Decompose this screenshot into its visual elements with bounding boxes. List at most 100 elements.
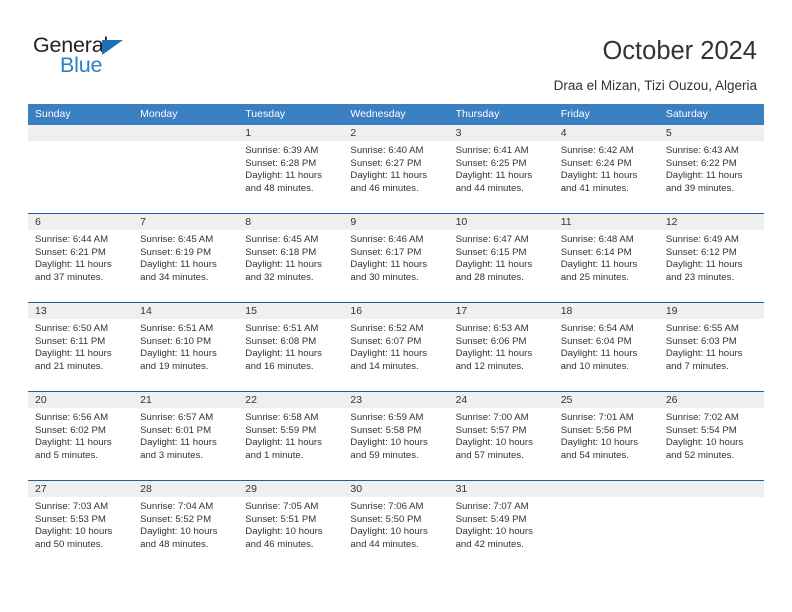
day-details [554, 497, 659, 501]
day-details: Sunrise: 7:02 AM Sunset: 5:54 PM Daylight:… [659, 408, 764, 462]
day-details: Sunrise: 6:41 AM Sunset: 6:25 PM Daylight:… [449, 141, 554, 195]
day-details: Sunrise: 6:48 AM Sunset: 6:14 PM Daylight:… [554, 230, 659, 284]
calendar-day-cell[interactable]: 5 Sunrise: 6:43 AM Sunset: 6:22 PM Daylight… [658, 125, 764, 213]
day-number: 22 [238, 392, 344, 408]
day-number: 5 [658, 125, 764, 141]
sunset-text: Sunset: 6:14 PM [560, 246, 632, 258]
calendar-day-cell[interactable]: 25 Sunrise: 7:01 AM Sunset: 5:56 PM Dayligh… [553, 392, 659, 480]
weekday-header-wednesday: Wednesday [350, 108, 406, 120]
calendar-day-cell[interactable]: 15 Sunrise: 6:51 AM Sunset: 6:08 PM Dayligh… [238, 303, 344, 391]
calendar-day-cell[interactable]: 10 Sunrise: 6:47 AM Sunset: 6:15 PM Dayligh… [448, 214, 554, 302]
day-details: Sunrise: 7:05 AM Sunset: 5:51 PM Daylight:… [238, 497, 343, 551]
day-number: 6 [28, 214, 134, 230]
daylight-text-line2: and 19 minutes. [140, 360, 209, 372]
calendar-day-cell[interactable]: 1 Sunrise: 6:39 AM Sunset: 6:28 PM Daylight… [238, 125, 344, 213]
daylight-text-line1: Daylight: 11 hours [560, 170, 638, 182]
sunset-text: Sunset: 5:51 PM [245, 513, 317, 525]
day-number [133, 125, 239, 141]
day-number: 23 [343, 392, 449, 408]
calendar-week-row: 27 Sunrise: 7:03 AM Sunset: 5:53 PM Dayligh… [28, 480, 764, 569]
calendar-day-cell[interactable]: 7 Sunrise: 6:45 AM Sunset: 6:19 PM Daylight… [133, 214, 239, 302]
blue-triangle-icon [102, 40, 123, 55]
calendar-day-cell[interactable]: 3 Sunrise: 6:41 AM Sunset: 6:25 PM Daylight… [448, 125, 554, 213]
sunrise-text: Sunrise: 6:59 AM [350, 412, 424, 423]
day-details: Sunrise: 6:52 AM Sunset: 6:07 PM Daylight:… [343, 319, 448, 373]
calendar-day-cell[interactable]: 16 Sunrise: 6:52 AM Sunset: 6:07 PM Dayligh… [343, 303, 449, 391]
week-cells: 6 Sunrise: 6:44 AM Sunset: 6:21 PM Daylight… [28, 214, 764, 302]
calendar-day-cell[interactable]: 6 Sunrise: 6:44 AM Sunset: 6:21 PM Daylight… [28, 214, 134, 302]
weekday-header-row: Sunday Monday Tuesday Wednesday Thursday Frid… [28, 104, 764, 125]
daylight-text-line1: Daylight: 10 hours [560, 437, 639, 449]
daylight-text-line2: and 28 minutes. [455, 271, 524, 283]
calendar-week-row: 13 Sunrise: 6:50 AM Sunset: 6:11 PM Dayligh… [28, 302, 764, 391]
sunset-text: Sunset: 6:19 PM [140, 246, 212, 258]
calendar-day-cell[interactable]: 23 Sunrise: 6:59 AM Sunset: 5:58 PM Dayligh… [343, 392, 449, 480]
calendar-day-cell[interactable]: 24 Sunrise: 7:00 AM Sunset: 5:57 PM Dayligh… [448, 392, 554, 480]
sunrise-text: Sunrise: 6:57 AM [140, 412, 214, 423]
day-details: Sunrise: 7:00 AM Sunset: 5:57 PM Daylight:… [449, 408, 554, 462]
daylight-text-line1: Daylight: 11 hours [245, 437, 322, 449]
sunset-text: Sunset: 6:24 PM [560, 157, 632, 169]
day-details [133, 141, 238, 145]
calendar-day-cell[interactable]: 18 Sunrise: 6:54 AM Sunset: 6:04 PM Dayligh… [553, 303, 659, 391]
day-details: Sunrise: 6:49 AM Sunset: 6:12 PM Daylight:… [659, 230, 764, 284]
calendar-grid: Sunday Monday Tuesday Wednesday Thursday Frid… [28, 104, 764, 569]
daylight-text-line1: Daylight: 11 hours [350, 170, 428, 182]
calendar-day-cell[interactable]: 27 Sunrise: 7:03 AM Sunset: 5:53 PM Dayligh… [28, 481, 134, 569]
sunrise-text: Sunrise: 6:52 AM [350, 323, 424, 334]
day-number: 27 [28, 481, 134, 497]
calendar-day-cell[interactable]: 11 Sunrise: 6:48 AM Sunset: 6:14 PM Dayligh… [553, 214, 659, 302]
sunrise-text: Sunrise: 7:04 AM [140, 501, 214, 512]
day-number: 26 [658, 392, 764, 408]
calendar-day-cell[interactable]: 22 Sunrise: 6:58 AM Sunset: 5:59 PM Dayligh… [238, 392, 344, 480]
daylight-text-line1: Daylight: 10 hours [245, 526, 323, 538]
calendar-day-cell[interactable]: 21 Sunrise: 6:57 AM Sunset: 6:01 PM Dayligh… [133, 392, 239, 480]
calendar-day-cell[interactable]: 12 Sunrise: 6:49 AM Sunset: 6:12 PM Dayligh… [658, 214, 764, 302]
sunrise-text: Sunrise: 6:56 AM [35, 412, 109, 423]
day-number [658, 481, 764, 497]
daylight-text-line2: and 7 minutes. [665, 360, 729, 372]
calendar-day-cell[interactable]: 28 Sunrise: 7:04 AM Sunset: 5:52 PM Dayligh… [133, 481, 239, 569]
calendar-day-cell[interactable]: 14 Sunrise: 6:51 AM Sunset: 6:10 PM Dayligh… [133, 303, 239, 391]
calendar-day-cell[interactable]: 29 Sunrise: 7:05 AM Sunset: 5:51 PM Dayligh… [238, 481, 344, 569]
daylight-text-line2: and 23 minutes. [665, 271, 735, 283]
calendar-day-cell[interactable]: 9 Sunrise: 6:46 AM Sunset: 6:17 PM Daylight… [343, 214, 449, 302]
week-cells: 13 Sunrise: 6:50 AM Sunset: 6:11 PM Dayligh… [28, 303, 764, 391]
sunset-text: Sunset: 6:27 PM [350, 157, 422, 169]
sunset-text: Sunset: 6:07 PM [350, 335, 422, 347]
daylight-text-line1: Daylight: 11 hours [140, 348, 217, 360]
day-number: 10 [448, 214, 554, 230]
day-details: Sunrise: 7:04 AM Sunset: 5:52 PM Daylight:… [133, 497, 238, 551]
calendar-day-cell[interactable]: 8 Sunrise: 6:45 AM Sunset: 6:18 PM Daylight… [238, 214, 344, 302]
daylight-text-line2: and 34 minutes. [140, 271, 209, 283]
day-number: 28 [133, 481, 239, 497]
daylight-text-line2: and 21 minutes. [35, 360, 104, 372]
general-blue-logo[interactable]: General Blue [33, 33, 233, 85]
calendar-day-cell[interactable]: 31 Sunrise: 7:07 AM Sunset: 5:49 PM Dayligh… [448, 481, 554, 569]
calendar-day-cell[interactable]: 26 Sunrise: 7:02 AM Sunset: 5:54 PM Dayligh… [658, 392, 764, 480]
sunset-text: Sunset: 6:28 PM [245, 157, 317, 169]
day-details: Sunrise: 7:01 AM Sunset: 5:56 PM Daylight:… [554, 408, 659, 462]
calendar-day-cell[interactable]: 20 Sunrise: 6:56 AM Sunset: 6:02 PM Dayligh… [28, 392, 134, 480]
calendar-day-cell[interactable]: 2 Sunrise: 6:40 AM Sunset: 6:27 PM Daylight… [343, 125, 449, 213]
calendar-day-cell[interactable]: 19 Sunrise: 6:55 AM Sunset: 6:03 PM Dayligh… [658, 303, 764, 391]
day-details: Sunrise: 6:53 AM Sunset: 6:06 PM Daylight:… [449, 319, 554, 373]
daylight-text-line2: and 46 minutes. [350, 182, 419, 194]
calendar-day-cell[interactable]: 17 Sunrise: 6:53 AM Sunset: 6:06 PM Dayligh… [448, 303, 554, 391]
weekday-header-friday: Friday [560, 108, 590, 120]
calendar-day-cell[interactable]: 13 Sunrise: 6:50 AM Sunset: 6:11 PM Dayligh… [28, 303, 134, 391]
weekday-header-saturday: Saturday [665, 108, 708, 120]
daylight-text-line1: Daylight: 11 hours [35, 259, 112, 271]
calendar-day-cell[interactable]: 30 Sunrise: 7:06 AM Sunset: 5:50 PM Dayligh… [343, 481, 449, 569]
daylight-text-line1: Daylight: 10 hours [35, 526, 113, 538]
sunset-text: Sunset: 6:15 PM [455, 246, 527, 258]
sunrise-text: Sunrise: 7:06 AM [350, 501, 424, 512]
sunset-text: Sunset: 6:17 PM [350, 246, 422, 258]
daylight-text-line1: Daylight: 11 hours [455, 348, 533, 360]
week-cells: 27 Sunrise: 7:03 AM Sunset: 5:53 PM Dayligh… [28, 481, 764, 569]
calendar-day-cell[interactable]: 4 Sunrise: 6:42 AM Sunset: 6:24 PM Daylight… [553, 125, 659, 213]
day-details [28, 141, 133, 145]
sunset-text: Sunset: 6:04 PM [560, 335, 632, 347]
week-cells: 1 Sunrise: 6:39 AM Sunset: 6:28 PM Daylight… [28, 125, 764, 213]
page-header: General Blue October 2024 Draa el Mizan,… [0, 0, 792, 100]
